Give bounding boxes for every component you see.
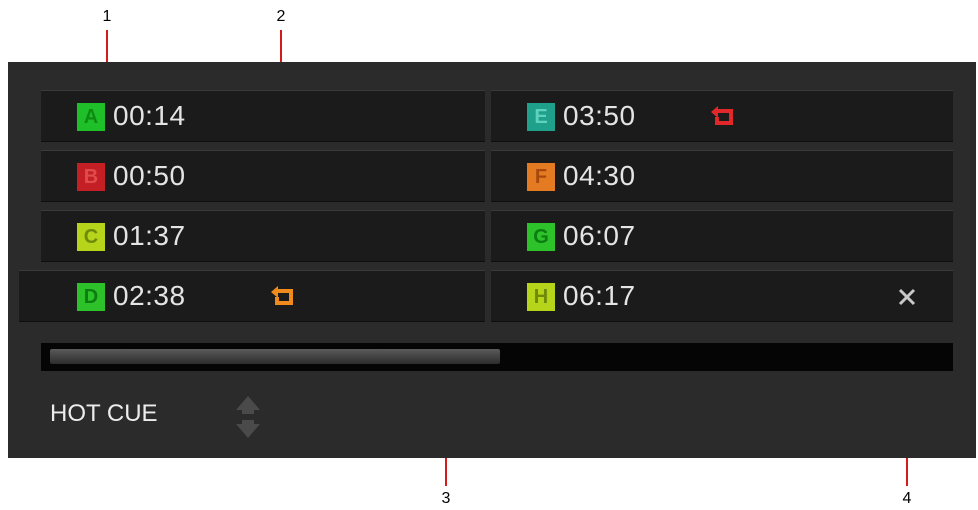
- hot-cue-e-time: 03:50: [563, 100, 636, 131]
- hot-cue-a[interactable]: A 00:14: [41, 90, 485, 142]
- scroll-thumb[interactable]: [50, 349, 500, 364]
- hot-cue-grid: A 00:14 B 00:50 C 01:37 D 02:38 E 03:50: [19, 90, 953, 330]
- hot-cue-panel: A 00:14 B 00:50 C 01:37 D 02:38 E 03:50: [8, 62, 976, 458]
- up-down-arrows-icon[interactable]: [230, 392, 266, 442]
- hot-cue-a-badge: A: [77, 103, 105, 131]
- pad-mode-label: HOT CUE: [50, 400, 158, 427]
- hot-cue-d-time: 02:38: [113, 280, 186, 311]
- callout-1: 1: [102, 8, 112, 25]
- callout-3: 3: [441, 490, 451, 507]
- loop-icon[interactable]: [269, 284, 297, 308]
- hot-cue-c-badge: C: [77, 223, 105, 251]
- hot-cue-c-time: 01:37: [113, 220, 186, 251]
- hot-cue-g-badge: G: [527, 223, 555, 251]
- callout-2: 2: [276, 8, 286, 25]
- hot-cue-g[interactable]: G 06:07: [491, 210, 953, 262]
- hot-cue-h-badge: H: [527, 283, 555, 311]
- hot-cue-scrollbar[interactable]: [41, 343, 953, 371]
- hot-cue-e[interactable]: E 03:50: [491, 90, 953, 142]
- hot-cue-h[interactable]: H 06:17: [491, 270, 953, 322]
- hot-cue-h-time: 06:17: [563, 280, 636, 311]
- hot-cue-b[interactable]: B 00:50: [41, 150, 485, 202]
- hot-cue-b-time: 00:50: [113, 160, 186, 191]
- hot-cue-f-badge: F: [527, 163, 555, 191]
- callout-4: 4: [902, 490, 912, 507]
- hot-cue-d-badge: D: [77, 283, 105, 311]
- hot-cue-e-badge: E: [527, 103, 555, 131]
- hot-cue-f-time: 04:30: [563, 160, 636, 191]
- hot-cue-c[interactable]: C 01:37: [41, 210, 485, 262]
- hot-cue-g-time: 06:07: [563, 220, 636, 251]
- hot-cue-d[interactable]: D 02:38: [19, 270, 485, 322]
- hot-cue-f[interactable]: F 04:30: [491, 150, 953, 202]
- loop-icon[interactable]: [709, 104, 737, 128]
- close-icon[interactable]: [895, 285, 919, 309]
- hot-cue-a-time: 00:14: [113, 100, 186, 131]
- hot-cue-b-badge: B: [77, 163, 105, 191]
